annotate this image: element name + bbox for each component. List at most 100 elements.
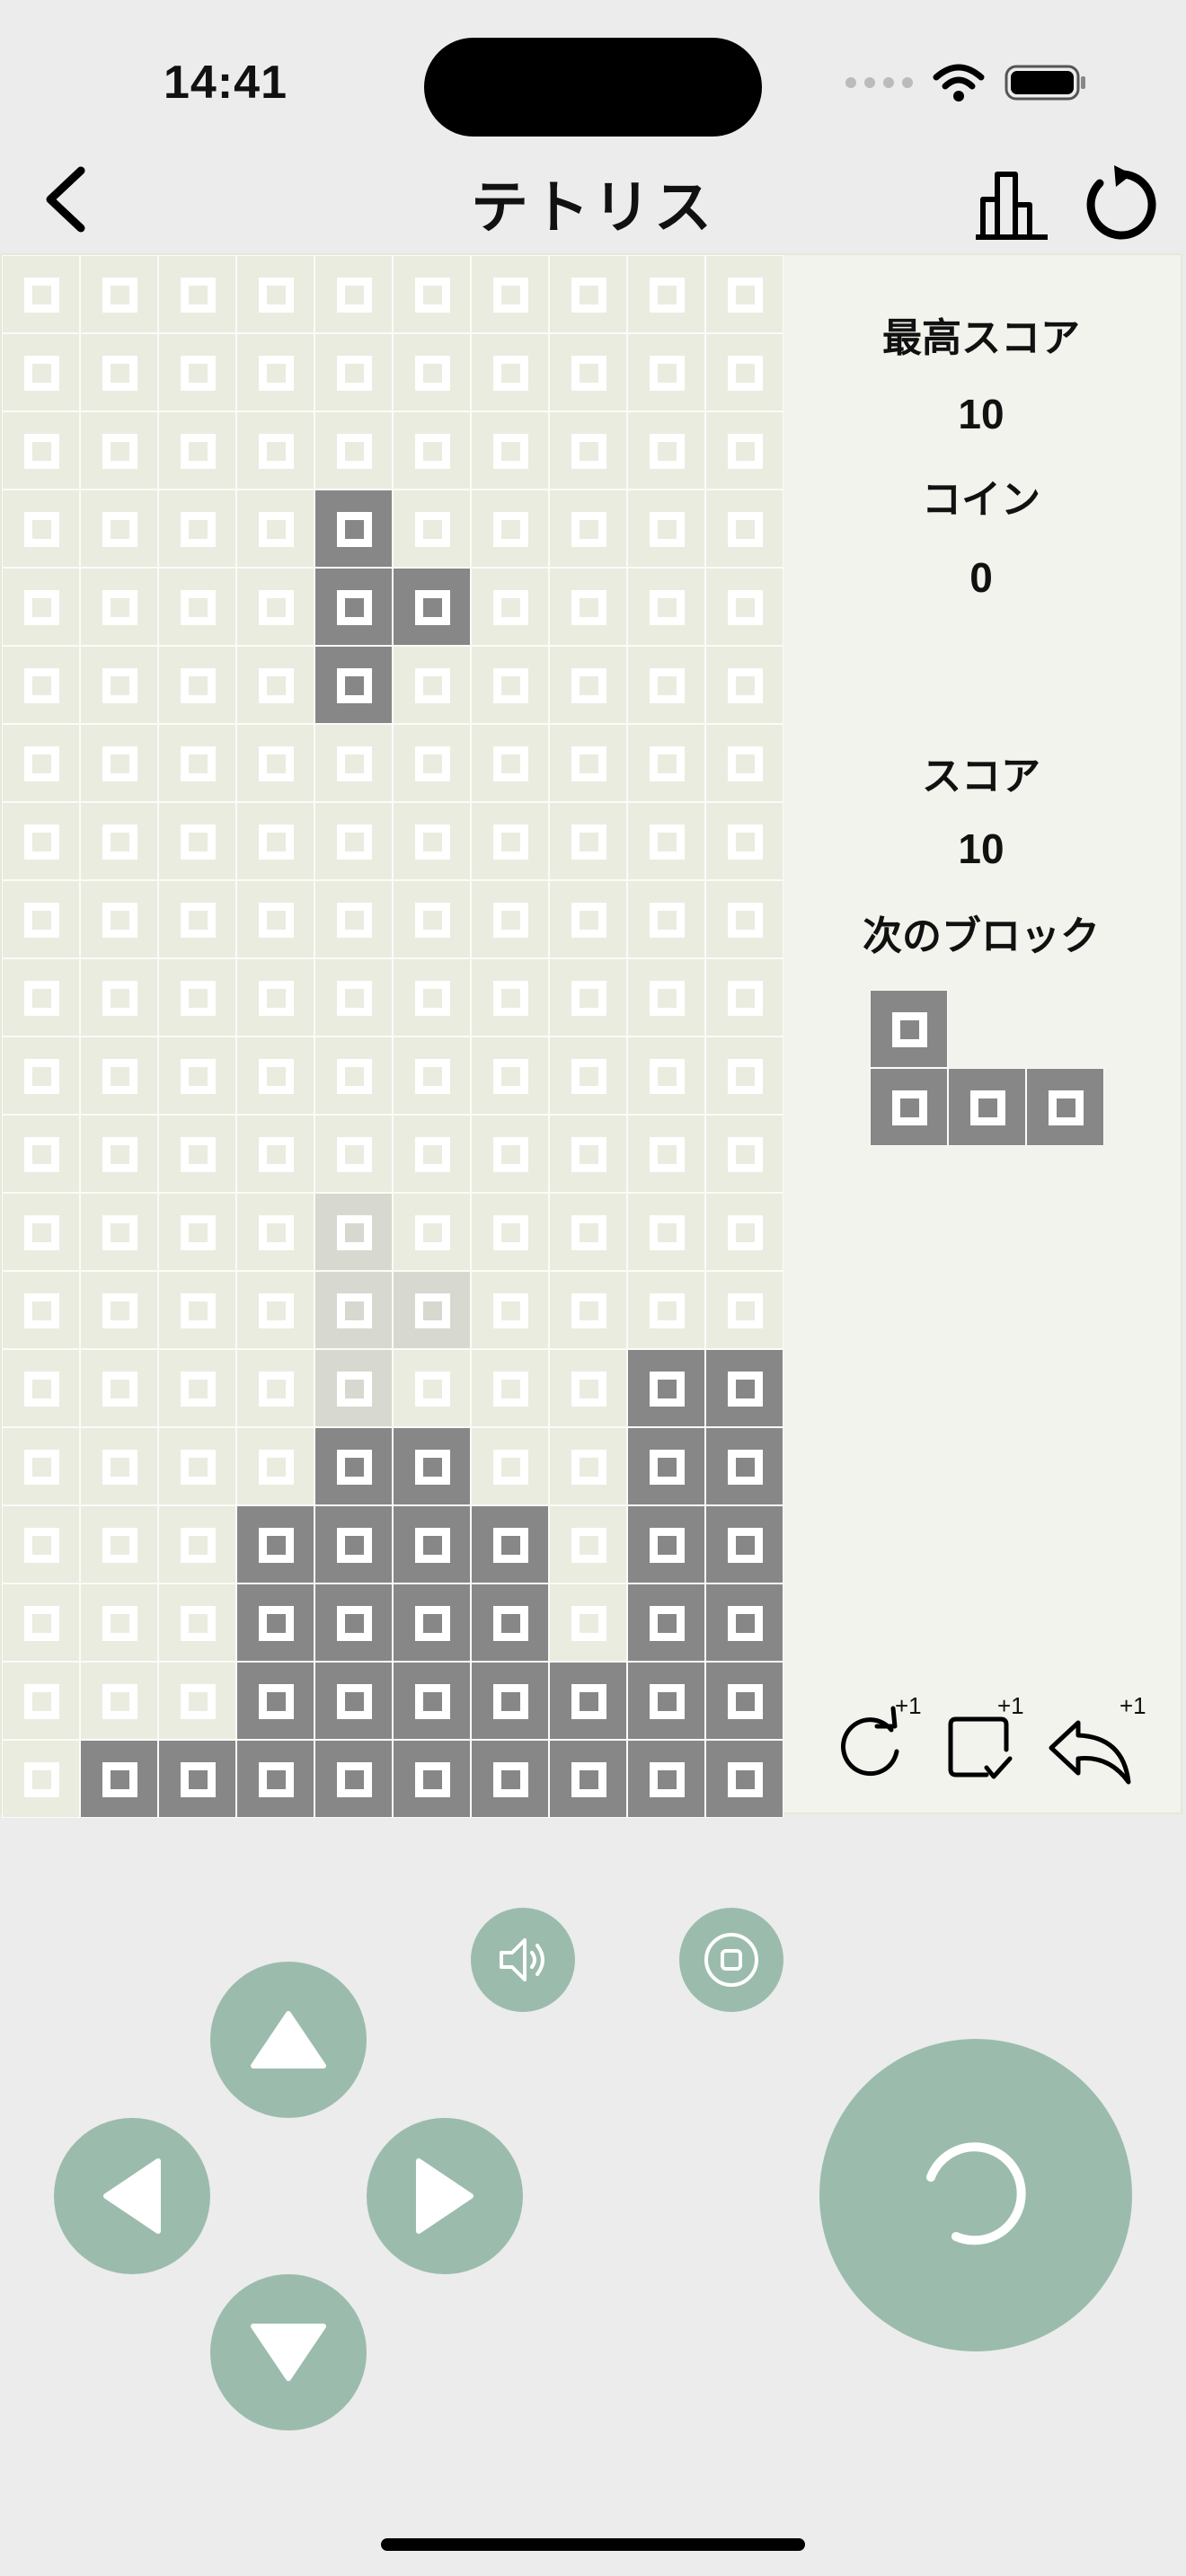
right-button[interactable]	[367, 2118, 523, 2274]
board-cell	[549, 333, 627, 411]
board-cell	[80, 1193, 158, 1271]
board-cell	[2, 1584, 80, 1662]
board-cell	[80, 880, 158, 958]
board-cell	[549, 1584, 627, 1662]
board-cell	[236, 1427, 314, 1505]
board-cell	[314, 880, 393, 958]
rotate-action-button[interactable]	[819, 2039, 1132, 2351]
board-cell	[236, 1349, 314, 1427]
board-cell	[627, 724, 705, 802]
down-button[interactable]	[210, 2274, 367, 2430]
stats-button[interactable]	[970, 163, 1051, 241]
board-cell-ghost	[314, 1349, 393, 1427]
board-cell	[393, 802, 471, 880]
next-block-cell	[870, 1068, 948, 1146]
sound-button[interactable]	[471, 1908, 575, 2012]
coin-value: 0	[969, 554, 993, 601]
bar-chart-icon	[976, 172, 1048, 240]
board-cell	[705, 880, 783, 958]
board-cell	[80, 724, 158, 802]
powerup-check-button[interactable]: +1	[943, 1692, 1033, 1791]
board-cell-filled	[471, 1584, 549, 1662]
board-cell	[80, 411, 158, 490]
rotate-arc-icon	[926, 2142, 1026, 2245]
next-block-cell	[870, 990, 948, 1068]
next-block-label: 次のブロック	[863, 913, 1100, 959]
board-cell	[80, 958, 158, 1037]
board-cell	[314, 333, 393, 411]
board-cell	[393, 958, 471, 1037]
triangle-down-icon	[251, 2324, 326, 2381]
board-cell	[314, 1037, 393, 1115]
board-cell	[80, 1115, 158, 1193]
board-cell	[158, 646, 236, 724]
board-cell	[627, 1271, 705, 1349]
board-cell	[627, 333, 705, 411]
board-cell	[236, 646, 314, 724]
board-cell	[705, 490, 783, 568]
powerup-undo-button[interactable]: +1	[1046, 1692, 1146, 1791]
board-cell	[705, 646, 783, 724]
board-cell	[2, 411, 80, 490]
board-cell	[158, 724, 236, 802]
powerups: +1 +1 +1	[834, 1692, 1157, 1800]
board-cell	[549, 1505, 627, 1584]
board-cell-filled	[549, 1740, 627, 1818]
left-button[interactable]	[54, 2118, 210, 2274]
board-cell	[705, 333, 783, 411]
board-cell	[549, 880, 627, 958]
board-cell	[80, 1427, 158, 1505]
board-cell	[80, 1349, 158, 1427]
board-cell	[471, 880, 549, 958]
board-cell	[549, 1193, 627, 1271]
board-cell-filled	[549, 1662, 627, 1740]
board-cell	[236, 802, 314, 880]
board-cell	[2, 880, 80, 958]
board-cell	[705, 411, 783, 490]
board-cell	[314, 958, 393, 1037]
coin-label: コイン	[922, 477, 1040, 523]
board-cell	[80, 568, 158, 646]
board-cell	[80, 490, 158, 568]
board-cell	[471, 1193, 549, 1271]
dynamic-island	[424, 38, 762, 137]
board-cell	[471, 646, 549, 724]
pause-button[interactable]	[679, 1908, 783, 2012]
powerup-rotate-button[interactable]: +1	[834, 1692, 924, 1791]
board-cell-filled	[627, 1662, 705, 1740]
board-cell	[705, 724, 783, 802]
board-cell-filled	[314, 490, 393, 568]
next-block-cell	[1026, 1068, 1104, 1146]
board-cell	[158, 411, 236, 490]
board-cell	[471, 568, 549, 646]
board-cell	[471, 255, 549, 333]
board-cell	[80, 1584, 158, 1662]
up-button[interactable]	[210, 1962, 367, 2118]
board-cell	[158, 255, 236, 333]
board-cell	[393, 724, 471, 802]
cellular-signal-icon	[845, 77, 913, 88]
board-cell	[158, 333, 236, 411]
board-cell	[2, 1115, 80, 1193]
board-cell-filled	[393, 1662, 471, 1740]
board-cell-filled	[627, 1427, 705, 1505]
board-cell	[2, 802, 80, 880]
board-cell	[549, 411, 627, 490]
board-cell-filled	[314, 1584, 393, 1662]
board-cell-filled	[393, 1427, 471, 1505]
board-cell	[314, 411, 393, 490]
board-cell-filled	[393, 1584, 471, 1662]
board-cell	[627, 802, 705, 880]
board-cell-filled	[627, 1584, 705, 1662]
board-cell	[236, 958, 314, 1037]
board-cell	[627, 958, 705, 1037]
board-cell	[80, 1271, 158, 1349]
game-board[interactable]	[2, 255, 783, 1818]
speaker-icon	[500, 1938, 544, 1981]
board-cell	[236, 880, 314, 958]
restart-button[interactable]	[1082, 163, 1157, 241]
wifi-icon	[933, 64, 985, 101]
board-cell	[393, 411, 471, 490]
board-cell	[314, 255, 393, 333]
board-cell	[158, 880, 236, 958]
